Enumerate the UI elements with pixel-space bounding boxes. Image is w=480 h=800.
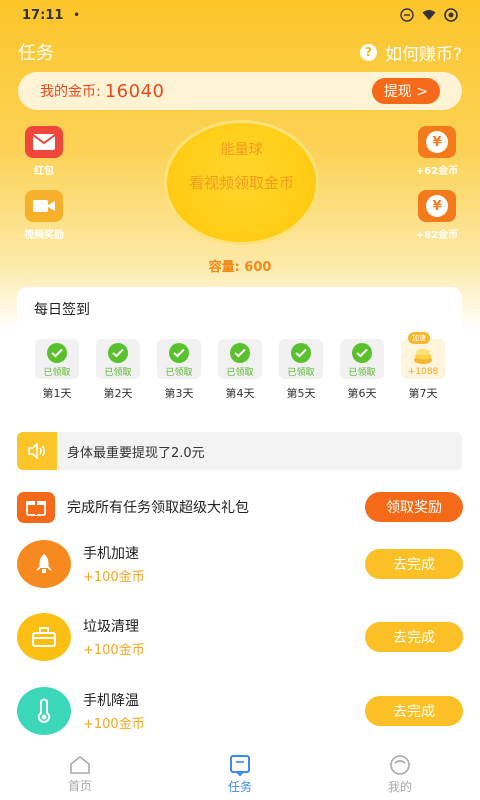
coin-bubble-bottom[interactable]: ¥ +82金币: [407, 190, 467, 241]
video-reward-button[interactable]: 视频奖励: [14, 190, 74, 241]
signin-day[interactable]: 已领取 第3天: [157, 339, 201, 401]
go-complete-button[interactable]: 去完成: [365, 696, 463, 726]
signin-day-status: 已领取: [226, 368, 254, 378]
check-icon: [47, 343, 67, 363]
signin-day-status: 已领取: [43, 368, 71, 378]
page-title: 任务: [18, 43, 54, 64]
profile-icon: [390, 754, 410, 775]
yen-coin-icon: ¥: [418, 126, 456, 158]
signin-title: 每日签到: [34, 302, 90, 318]
task-reward: +100金币: [83, 643, 145, 658]
status-dot: •: [73, 9, 80, 21]
status-bar: 17:11 •: [0, 0, 480, 30]
rocket-icon: [17, 540, 71, 588]
signin-day-label: 第7天: [408, 387, 438, 400]
signin-day-label: 第4天: [225, 387, 255, 400]
signin-day-label: 第6天: [347, 387, 377, 400]
big-gift-text: 完成所有任务领取超级大礼包: [67, 500, 249, 516]
task-name: 手机加速: [83, 546, 139, 562]
wifi-icon: [422, 10, 436, 20]
home-icon: [70, 755, 90, 774]
yen-coin-icon: ¥: [418, 190, 456, 222]
tab-home[interactable]: 首页: [0, 748, 160, 800]
coin-pile-icon: [412, 345, 434, 365]
energy-orb[interactable]: 能量球 看视频领取金币: [164, 120, 319, 245]
how-to-earn-link[interactable]: ? 如何赚币?: [359, 40, 462, 65]
task-row: 垃圾清理 +100金币 去完成: [17, 612, 463, 662]
tasks-icon: [230, 754, 250, 776]
battery-icon: [444, 8, 458, 22]
signin-day-status: 已领取: [287, 368, 315, 378]
go-complete-button[interactable]: 去完成: [365, 549, 463, 579]
signin-day-label: 第1天: [42, 387, 72, 400]
signin-day-status: 已领取: [104, 368, 132, 378]
signin-day-status: +1088: [407, 367, 439, 377]
how-to-earn-label: 如何赚币?: [384, 44, 462, 65]
check-icon: [230, 343, 250, 363]
notice-text: 身体最重要提现了2.0元: [67, 445, 205, 461]
withdraw-button[interactable]: 提现 >: [371, 78, 440, 104]
tab-home-label: 首页: [67, 778, 92, 793]
signin-day[interactable]: 已领取 第4天: [218, 339, 262, 401]
speaker-icon: [17, 432, 57, 470]
signin-day[interactable]: 已领取 第1天: [35, 339, 79, 401]
task-row: 手机加速 +100金币 去完成: [17, 539, 463, 589]
signin-day-status: 已领取: [165, 368, 193, 378]
status-time: 17:11: [22, 7, 64, 23]
check-icon: [352, 343, 372, 363]
thermometer-icon: [17, 687, 71, 735]
page-header: 任务 ? 如何赚币?: [18, 38, 462, 66]
red-packet-button[interactable]: 红包: [14, 126, 74, 177]
energy-orb-action: 看视频领取金币: [188, 174, 294, 192]
video-camera-icon: [25, 190, 63, 222]
signin-days: 已领取 第1天 已领取 第2天 已领取 第3天 已领取 第4天 已领取 第5天 …: [35, 332, 445, 401]
question-icon: ?: [359, 43, 377, 61]
daily-signin-card: 每日签到 已领取 第1天 已领取 第2天 已领取 第3天 已领取 第4天 已领取…: [17, 287, 462, 405]
coin-balance-bar: 我的金币: 16040 提现 >: [18, 72, 462, 110]
claim-reward-button[interactable]: 领取奖励: [365, 492, 463, 522]
task-row: 手机降温 +100金币 去完成: [17, 686, 463, 736]
signin-day-status: 已领取: [348, 368, 376, 378]
tab-tasks[interactable]: 任务: [160, 748, 320, 800]
withdraw-notice-bar: 身体最重要提现了2.0元: [17, 432, 462, 470]
task-reward: +100金币: [83, 717, 145, 732]
task-reward: +100金币: [83, 570, 145, 585]
task-name: 手机降温: [83, 693, 139, 709]
gift-icon: [17, 491, 55, 523]
go-complete-button[interactable]: 去完成: [365, 622, 463, 652]
energy-orb-title: 能量球: [220, 142, 263, 158]
signin-day[interactable]: 已领取 第6天: [340, 339, 384, 401]
check-icon: [169, 343, 189, 363]
big-gift-task: 完成所有任务领取超级大礼包 领取奖励: [17, 490, 463, 524]
tab-mine[interactable]: 我的: [320, 748, 480, 800]
coin-top-label: +62金币: [415, 166, 459, 177]
bottom-tab-bar: 首页 任务 我的: [0, 748, 480, 800]
coin-label: 我的金币:: [40, 84, 101, 100]
coin-bubble-top[interactable]: ¥ +62金币: [407, 126, 467, 177]
red-packet-label: 红包: [34, 166, 54, 177]
check-icon: [291, 343, 311, 363]
signin-day-final[interactable]: 加速 +1088 第7天: [401, 332, 445, 401]
tab-tasks-label: 任务: [227, 779, 252, 794]
signin-day[interactable]: 已领取 第2天: [96, 339, 140, 401]
signin-day-label: 第2天: [103, 387, 133, 400]
signin-day[interactable]: 已领取 第5天: [279, 339, 323, 401]
envelope-icon: [25, 126, 63, 158]
toolbox-icon: [17, 613, 71, 661]
video-reward-label: 视频奖励: [24, 230, 64, 241]
signin-day-label: 第5天: [286, 387, 316, 400]
coin-value: 16040: [104, 80, 165, 102]
task-name: 垃圾清理: [83, 619, 139, 635]
status-icons: [400, 8, 458, 22]
speedup-badge: 加速: [408, 332, 430, 344]
tab-mine-label: 我的: [387, 779, 412, 794]
capacity-text: 容量: 600: [208, 260, 272, 275]
signin-day-label: 第3天: [164, 387, 194, 400]
dnd-icon: [400, 8, 414, 22]
coin-bottom-label: +82金币: [415, 230, 459, 241]
check-icon: [108, 343, 128, 363]
